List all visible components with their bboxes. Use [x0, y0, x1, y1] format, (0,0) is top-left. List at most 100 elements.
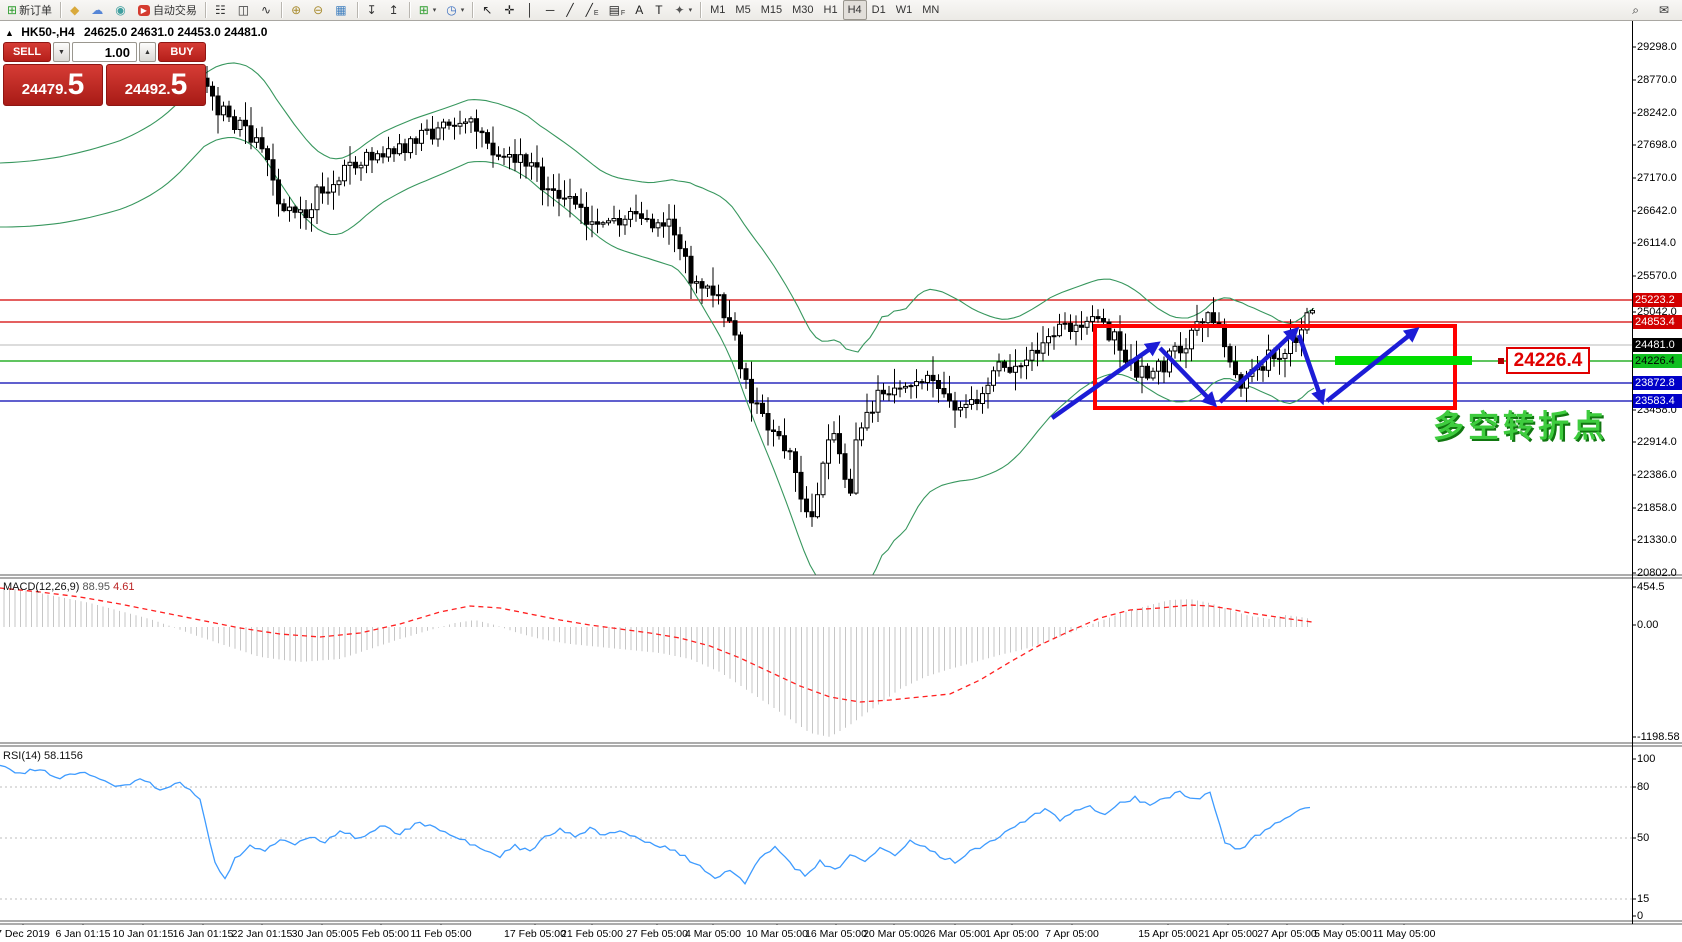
tf-h4-label: H4 — [848, 4, 862, 16]
search-button[interactable]: ⌕ — [1627, 0, 1646, 20]
text-label-icon: T — [655, 4, 662, 16]
pivot-note-text[interactable]: 多空转折点 — [1433, 401, 1608, 446]
line-chart-icon: ∿ — [261, 4, 271, 16]
arrows-icon: ✦ — [675, 4, 685, 16]
channel-button[interactable]: ╱E — [581, 0, 604, 20]
new-order-button[interactable]: ⊞新订单 — [2, 0, 57, 20]
text-label-button[interactable]: T — [650, 0, 669, 20]
signals-button[interactable]: ◉ — [110, 0, 132, 20]
tf-m30-button[interactable]: M30 — [787, 0, 818, 20]
ohlc-collapse-icon[interactable]: ▲ — [5, 28, 14, 38]
sell-price[interactable]: 24479.5 — [3, 64, 103, 106]
sell-button[interactable]: SELL — [3, 42, 51, 62]
rsi-line — [0, 765, 1310, 883]
time-axis-label: 6 Jan 01:15 — [56, 928, 111, 940]
time-axis-label: 10 Jan 01:15 — [113, 928, 174, 940]
buy-price-pip: 5 — [171, 65, 188, 105]
text-button[interactable]: A — [630, 0, 650, 20]
hline-button[interactable]: ─ — [541, 0, 562, 20]
toolbar-separator — [472, 2, 474, 18]
community-icon: ☁ — [91, 4, 103, 16]
candlestick-series — [205, 66, 1315, 527]
time-axis-label: 11 May 05:00 — [1373, 928, 1436, 940]
volume-increase-button[interactable]: ▲ — [139, 42, 156, 62]
chat-button[interactable]: ✉ — [1654, 0, 1676, 20]
tile-windows-icon: ▦ — [335, 4, 346, 16]
tf-m5-label: M5 — [735, 4, 750, 16]
auto-scroll-button[interactable]: ↧ — [362, 0, 384, 20]
periods-button[interactable]: ◷▾ — [441, 0, 469, 20]
fibonacci-button[interactable]: ▤F — [604, 0, 631, 20]
zoom-out-button[interactable]: ⊖ — [308, 0, 330, 20]
price-axis-label: 27698.0 — [1637, 139, 1677, 151]
time-axis-label: 27 Apr 05:00 — [1257, 928, 1317, 940]
buy-button[interactable]: BUY — [158, 42, 206, 62]
tf-m30-label: M30 — [792, 4, 813, 16]
tf-h4-button[interactable]: H4 — [843, 0, 867, 20]
add-indicator-button[interactable]: ⊞▾ — [414, 0, 442, 20]
trendline-button[interactable]: ╱ — [561, 0, 580, 20]
tf-m15-button[interactable]: M15 — [756, 0, 787, 20]
favorites-button[interactable]: ◆ — [65, 0, 86, 20]
symbol-timeframe-label: HK50-,H4 — [21, 25, 74, 39]
time-axis-label: 5 May 05:00 — [1314, 928, 1372, 940]
time-axis-label: 7 Apr 05:00 — [1045, 928, 1099, 940]
rsi-axis-label: 50 — [1637, 832, 1649, 844]
zoom-in-icon: ⊕ — [291, 4, 301, 16]
autotrading-button[interactable]: ▶自动交易 — [133, 0, 202, 20]
auto-scroll-icon: ↧ — [367, 4, 377, 16]
volume-input[interactable] — [72, 42, 137, 62]
toolbar: ⊞新订单 ◆ ☁ ◉▶自动交易 ☷◫ ∿ ⊕ ⊖ ▦ ↧ ↥ ⊞▾◷▾ ↖ ✛│─ ╱ ╱E▤FAT ✦▾ M1 M… — [0, 0, 1682, 21]
fibonacci-icon: ▤ — [609, 4, 620, 16]
community-button[interactable]: ☁ — [86, 0, 110, 20]
chart-shift-button[interactable]: ↥ — [384, 0, 406, 20]
time-axis-label: 27 Feb 05:00 — [626, 928, 688, 940]
cursor-icon: ↖ — [482, 4, 492, 16]
time-axis-label: 26 Mar 05:00 — [924, 928, 986, 940]
time-axis-label: 10 Mar 05:00 — [746, 928, 808, 940]
price-level-tag[interactable]: 24226.4 — [1506, 347, 1590, 374]
buy-price[interactable]: 24492.5 — [106, 64, 206, 106]
time-axis-label: 1 Apr 05:00 — [985, 928, 1039, 940]
bar-chart-button[interactable]: ☷ — [210, 0, 233, 20]
time-axis-label: 30 Jan 05:00 — [292, 928, 353, 940]
time-axis[interactable]: 7 Dec 20196 Jan 01:1510 Jan 01:1516 Jan … — [0, 925, 1682, 942]
vline-button[interactable]: │ — [521, 0, 541, 20]
price-axis-label: 22386.0 — [1637, 469, 1677, 481]
autotrading-label: 自动交易 — [153, 2, 197, 18]
macd-signal-value: 4.61 — [113, 581, 134, 593]
chart-canvas[interactable] — [0, 0, 1682, 942]
zoom-in-button[interactable]: ⊕ — [286, 0, 308, 20]
line-chart-button[interactable]: ∿ — [256, 0, 278, 20]
candlestick-chart-button[interactable]: ◫ — [233, 0, 256, 20]
tf-m1-button[interactable]: M1 — [705, 0, 730, 20]
tf-m1-label: M1 — [710, 4, 725, 16]
macd-pane — [0, 588, 1312, 737]
tf-w1-button[interactable]: W1 — [891, 0, 918, 20]
volume-decrease-button[interactable]: ▼ — [53, 42, 70, 62]
trendline-icon: ╱ — [566, 4, 573, 16]
time-axis-label: 5 Feb 05:00 — [353, 928, 409, 940]
tf-d1-button[interactable]: D1 — [867, 0, 891, 20]
support-level-bar — [1335, 356, 1472, 365]
time-axis-label: 20 Mar 05:00 — [863, 928, 925, 940]
time-axis-label: 16 Jan 01:15 — [173, 928, 234, 940]
tf-h1-button[interactable]: H1 — [819, 0, 843, 20]
tf-w1-label: W1 — [896, 4, 913, 16]
cursor-button[interactable]: ↖ — [477, 0, 499, 20]
sell-price-main: 24479. — [22, 70, 68, 110]
one-click-trading-panel: SELL ▼ ▲ BUY 24479.5 24492.5 — [3, 42, 206, 106]
macd-axis-label: -1198.58 — [1637, 731, 1680, 743]
add-indicator-icon: ⊞ — [419, 4, 429, 16]
chart-shift-icon: ↥ — [389, 4, 399, 16]
bollinger-bands — [0, 63, 1314, 598]
crosshair-button[interactable]: ✛ — [499, 0, 521, 20]
tf-mn-button[interactable]: MN — [917, 0, 944, 20]
tf-m5-button[interactable]: M5 — [730, 0, 755, 20]
toolbar-separator — [60, 2, 62, 18]
tf-mn-label: MN — [922, 4, 939, 16]
rsi-pane — [0, 765, 1632, 899]
rsi-value: 58.1156 — [44, 750, 83, 762]
tile-windows-button[interactable]: ▦ — [330, 0, 353, 20]
arrows-button[interactable]: ✦▾ — [670, 0, 698, 20]
